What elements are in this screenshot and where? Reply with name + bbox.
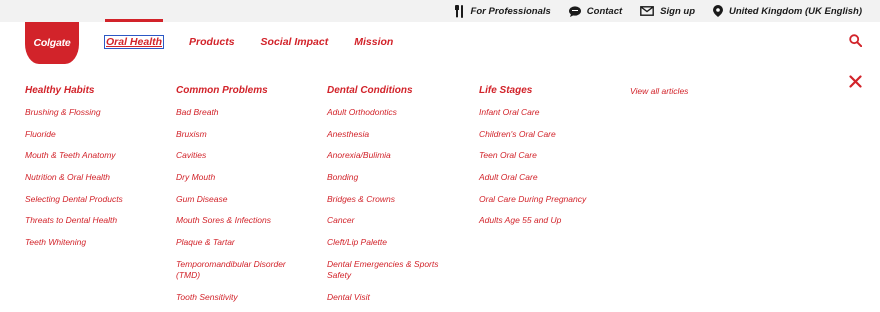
menu-link[interactable]: Bonding	[327, 172, 467, 183]
main-nav: Oral Health Products Social Impact Missi…	[103, 19, 419, 62]
menu-link[interactable]: Adults Age 55 and Up	[479, 215, 619, 226]
chat-bubble-icon	[568, 5, 581, 17]
menu-link[interactable]: Infant Oral Care	[479, 107, 619, 118]
contact-link[interactable]: Contact	[568, 5, 623, 17]
menu-link[interactable]: Dental Visit	[327, 292, 467, 303]
column-heading[interactable]: Healthy Habits	[25, 84, 165, 98]
menu-link[interactable]: Mouth & Teeth Anatomy	[25, 150, 165, 161]
region-label: United Kingdom (UK English)	[729, 5, 862, 17]
for-professionals-link[interactable]: For Professionals	[454, 4, 551, 18]
menu-link[interactable]: Temporomandibular Disorder (TMD)	[176, 259, 301, 281]
location-pin-icon	[713, 5, 723, 17]
tooth-tool-icon	[454, 4, 465, 18]
logo-text: Colgate	[33, 37, 71, 49]
signup-label: Sign up	[660, 5, 695, 17]
menu-link[interactable]: Oral Care During Pregnancy	[479, 194, 619, 205]
nav-mission[interactable]: Mission	[354, 36, 393, 48]
envelope-icon	[640, 6, 655, 16]
menu-link[interactable]: Bruxism	[176, 129, 316, 140]
menu-link[interactable]: Nutrition & Oral Health	[25, 172, 165, 183]
column-healthy-habits: Healthy Habits Brushing & Flossing Fluor…	[25, 84, 165, 259]
menu-link[interactable]: Bad Breath	[176, 107, 316, 118]
column-common-problems: Common Problems Bad Breath Bruxism Cavit…	[176, 84, 316, 312]
menu-link[interactable]: Bridges & Crowns	[327, 194, 467, 205]
nav-products[interactable]: Products	[189, 36, 235, 48]
contact-label: Contact	[586, 5, 623, 17]
menu-link[interactable]: Cavities	[176, 150, 316, 161]
for-professionals-label: For Professionals	[470, 5, 551, 17]
column-life-stages: Life Stages Infant Oral Care Children's …	[479, 84, 619, 237]
column-dental-conditions: Dental Conditions Adult Orthodontics Ane…	[327, 84, 467, 312]
colgate-logo[interactable]: Colgate	[25, 22, 79, 64]
menu-link[interactable]: Fluoride	[25, 129, 165, 140]
menu-link[interactable]: Teen Oral Care	[479, 150, 619, 161]
column-heading[interactable]: Dental Conditions	[327, 84, 467, 98]
region-selector[interactable]: United Kingdom (UK English)	[713, 5, 862, 17]
menu-link[interactable]: Children's Oral Care	[479, 129, 619, 140]
column-heading[interactable]: Life Stages	[479, 84, 619, 98]
menu-link[interactable]: Dental Emergencies & Sports Safety	[327, 259, 452, 281]
menu-link[interactable]: Anorexia/Bulimia	[327, 150, 467, 161]
search-icon	[849, 34, 863, 51]
menu-link[interactable]: Anesthesia	[327, 129, 467, 140]
signup-link[interactable]: Sign up	[640, 6, 695, 17]
view-all-articles-link[interactable]: View all articles	[630, 84, 688, 98]
menu-link[interactable]: Teeth Whitening	[25, 237, 165, 248]
menu-link[interactable]: Tooth Sensitivity	[176, 292, 316, 303]
menu-link[interactable]: Cleft/Lip Palette	[327, 237, 467, 248]
nav-oral-health[interactable]: Oral Health	[103, 19, 165, 49]
menu-link[interactable]: Plaque & Tartar	[176, 237, 316, 248]
menu-link[interactable]: Mouth Sores & Infections	[176, 215, 316, 226]
menu-link[interactable]: Dry Mouth	[176, 172, 316, 183]
menu-link[interactable]: Adult Oral Care	[479, 172, 619, 183]
search-button[interactable]	[849, 34, 863, 52]
menu-link[interactable]: Brushing & Flossing	[25, 107, 165, 118]
close-icon	[849, 75, 862, 92]
menu-link[interactable]: Selecting Dental Products	[25, 194, 165, 205]
menu-link[interactable]: Threats to Dental Health	[25, 215, 165, 226]
menu-link[interactable]: Cancer	[327, 215, 467, 226]
menu-link[interactable]: Adult Orthodontics	[327, 107, 467, 118]
nav-social-impact[interactable]: Social Impact	[261, 36, 329, 48]
menu-link[interactable]: Gum Disease	[176, 194, 316, 205]
column-heading[interactable]: Common Problems	[176, 84, 316, 98]
close-menu-button[interactable]	[849, 75, 862, 93]
